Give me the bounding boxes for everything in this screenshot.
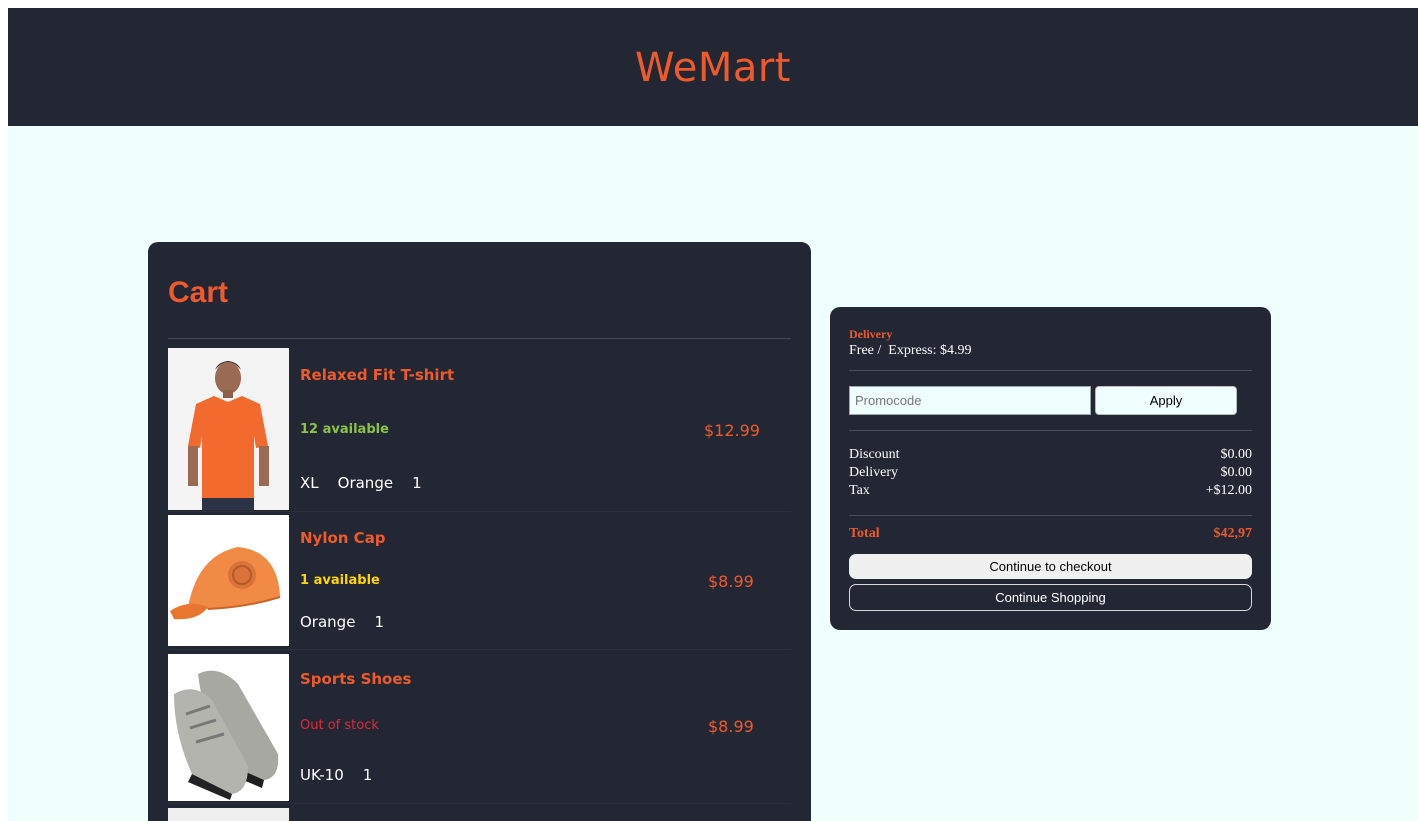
discount-label: Discount bbox=[849, 447, 900, 462]
order-summary-panel: Delivery Free / Express: $4.99 Apply Dis… bbox=[830, 307, 1271, 630]
delivery-options[interactable]: Free / Express: $4.99 bbox=[849, 343, 971, 359]
grey-shoes-photo[interactable] bbox=[168, 654, 289, 801]
divider bbox=[849, 370, 1252, 371]
tax-label: Tax bbox=[849, 483, 870, 498]
stock-status: Out of stock bbox=[300, 718, 379, 733]
delivery-cost-value: $0.00 bbox=[1220, 465, 1253, 480]
size-label: UK-10 bbox=[300, 766, 344, 784]
delivery-cost-label: Delivery bbox=[849, 465, 898, 480]
apply-button[interactable]: Apply bbox=[1095, 386, 1237, 415]
page-background: WeMart Cart Relaxed Fit T-shirt 12 avail… bbox=[8, 8, 1418, 821]
color-label: Orange bbox=[300, 613, 356, 631]
stock-status: 1 available bbox=[300, 573, 380, 588]
discount-row: Discount $0.00 bbox=[849, 446, 1252, 464]
site-header: WeMart bbox=[8, 8, 1418, 126]
cart-title: Cart bbox=[168, 276, 229, 309]
brand-logo[interactable]: WeMart bbox=[635, 43, 791, 91]
cart-item: Relaxed Fit T-shirt 12 available $12.99 … bbox=[168, 348, 791, 512]
total-row: Total $42,97 bbox=[849, 526, 1252, 542]
item-name[interactable]: Sports Shoes bbox=[300, 670, 411, 688]
discount-value: $0.00 bbox=[1220, 447, 1253, 462]
product-thumbnail[interactable] bbox=[168, 808, 289, 821]
item-price: $12.99 bbox=[704, 421, 760, 440]
delivery-label: Delivery bbox=[849, 327, 893, 341]
item-price: $8.99 bbox=[708, 572, 754, 591]
item-name[interactable]: Nylon Cap bbox=[300, 529, 386, 547]
item-attributes: Orange 1 bbox=[300, 613, 384, 631]
quantity-label: 1 bbox=[374, 613, 384, 631]
item-attributes: UK-10 1 bbox=[300, 766, 372, 784]
divider bbox=[849, 430, 1252, 431]
orange-tshirt-photo[interactable] bbox=[168, 348, 289, 510]
continue-shopping-button[interactable]: Continue Shopping bbox=[849, 584, 1252, 611]
cart-panel: Cart Relaxed Fit T-shirt 12 available $1… bbox=[148, 242, 811, 821]
continue-to-checkout-button[interactable]: Continue to checkout bbox=[849, 554, 1252, 579]
delivery-row: Delivery $0.00 bbox=[849, 464, 1252, 482]
cart-item: Nylon Cap 1 available $8.99 Orange 1 bbox=[168, 515, 791, 650]
cart-item: Sports Shoes Out of stock $8.99 UK-10 1 bbox=[168, 654, 791, 804]
stock-status: 12 available bbox=[300, 422, 389, 437]
color-label: Orange bbox=[337, 474, 394, 492]
item-name[interactable]: Relaxed Fit T-shirt bbox=[300, 366, 454, 384]
total-value: $42,97 bbox=[1213, 526, 1253, 541]
tax-value: +$12.00 bbox=[1205, 483, 1252, 498]
orange-cap-photo[interactable] bbox=[168, 515, 289, 646]
item-price: $8.99 bbox=[708, 717, 754, 736]
tax-row: Tax +$12.00 bbox=[849, 482, 1252, 500]
divider bbox=[168, 338, 791, 339]
divider bbox=[849, 515, 1252, 516]
size-label: XL bbox=[300, 474, 319, 492]
quantity-label: 1 bbox=[362, 766, 373, 784]
item-attributes: XL Orange 1 bbox=[300, 474, 422, 492]
promocode-input[interactable] bbox=[849, 386, 1091, 415]
total-label: Total bbox=[849, 526, 880, 541]
quantity-label: 1 bbox=[412, 474, 422, 492]
